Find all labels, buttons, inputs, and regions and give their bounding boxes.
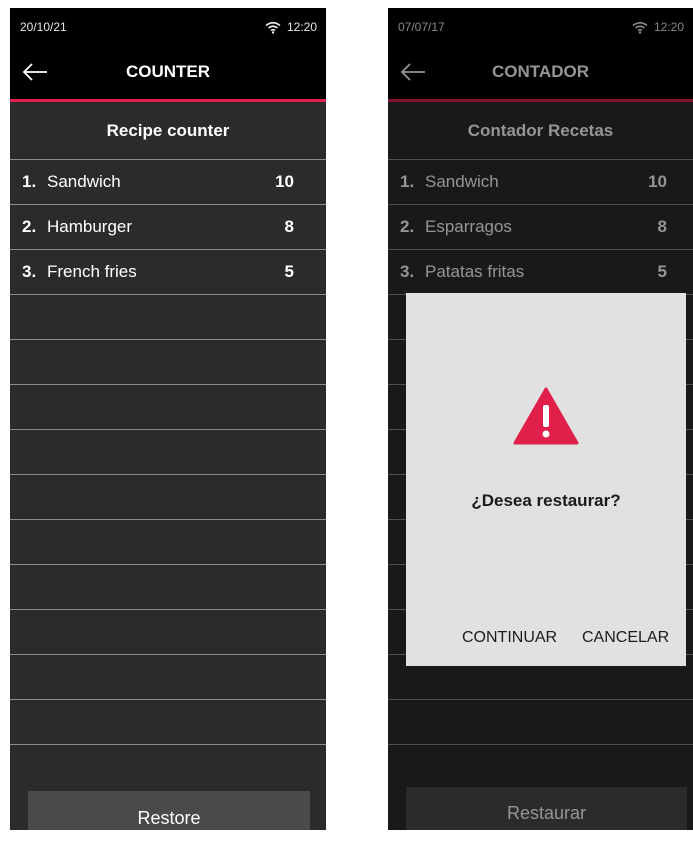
- app-bar: COUNTER: [10, 48, 326, 102]
- empty-row: [10, 295, 326, 340]
- continue-button[interactable]: CONTINUAR: [462, 629, 557, 647]
- empty-row: [10, 610, 326, 655]
- empty-row: [10, 520, 326, 565]
- counter-screen-english: 20/10/21 12:20 COUNTER Recipe counter 1.…: [10, 8, 326, 830]
- item-count: 5: [284, 262, 294, 281]
- empty-row: [10, 700, 326, 745]
- restore-dialog: ¿Desea restaurar? CONTINUAR CANCELAR: [406, 293, 686, 666]
- cancel-button[interactable]: CANCELAR: [582, 629, 669, 647]
- item-name: Hamburger: [47, 217, 133, 236]
- item-index: 1.: [22, 172, 37, 191]
- status-date: 20/10/21: [20, 20, 67, 34]
- restore-button[interactable]: Restore: [28, 791, 310, 830]
- item-name: Sandwich: [47, 172, 121, 191]
- item-index: 3.: [22, 262, 37, 281]
- item-index: 2.: [22, 217, 37, 236]
- empty-row: [10, 655, 326, 700]
- wifi-icon: [265, 21, 281, 34]
- list-title: Recipe counter: [10, 102, 326, 160]
- item-name: French fries: [47, 262, 137, 281]
- list-item[interactable]: 3. French fries 5: [10, 250, 326, 295]
- status-time: 12:20: [286, 20, 317, 34]
- empty-row: [10, 475, 326, 520]
- empty-row: [10, 430, 326, 475]
- page-title: COUNTER: [125, 62, 211, 81]
- empty-row: [10, 385, 326, 430]
- warning-icon: [513, 387, 579, 445]
- item-count: 8: [284, 217, 294, 236]
- list-item[interactable]: 2. Hamburger 8: [10, 205, 326, 250]
- empty-row: [10, 340, 326, 385]
- empty-row: [10, 565, 326, 610]
- list-item[interactable]: 1. Sandwich 10: [10, 160, 326, 205]
- counter-screen-spanish: 07/07/17 12:20 CONTADOR Contador Recetas…: [388, 8, 693, 830]
- dialog-message: ¿Desea restaurar?: [471, 491, 621, 510]
- status-bar: 20/10/21 12:20: [10, 8, 326, 48]
- item-count: 10: [275, 172, 294, 191]
